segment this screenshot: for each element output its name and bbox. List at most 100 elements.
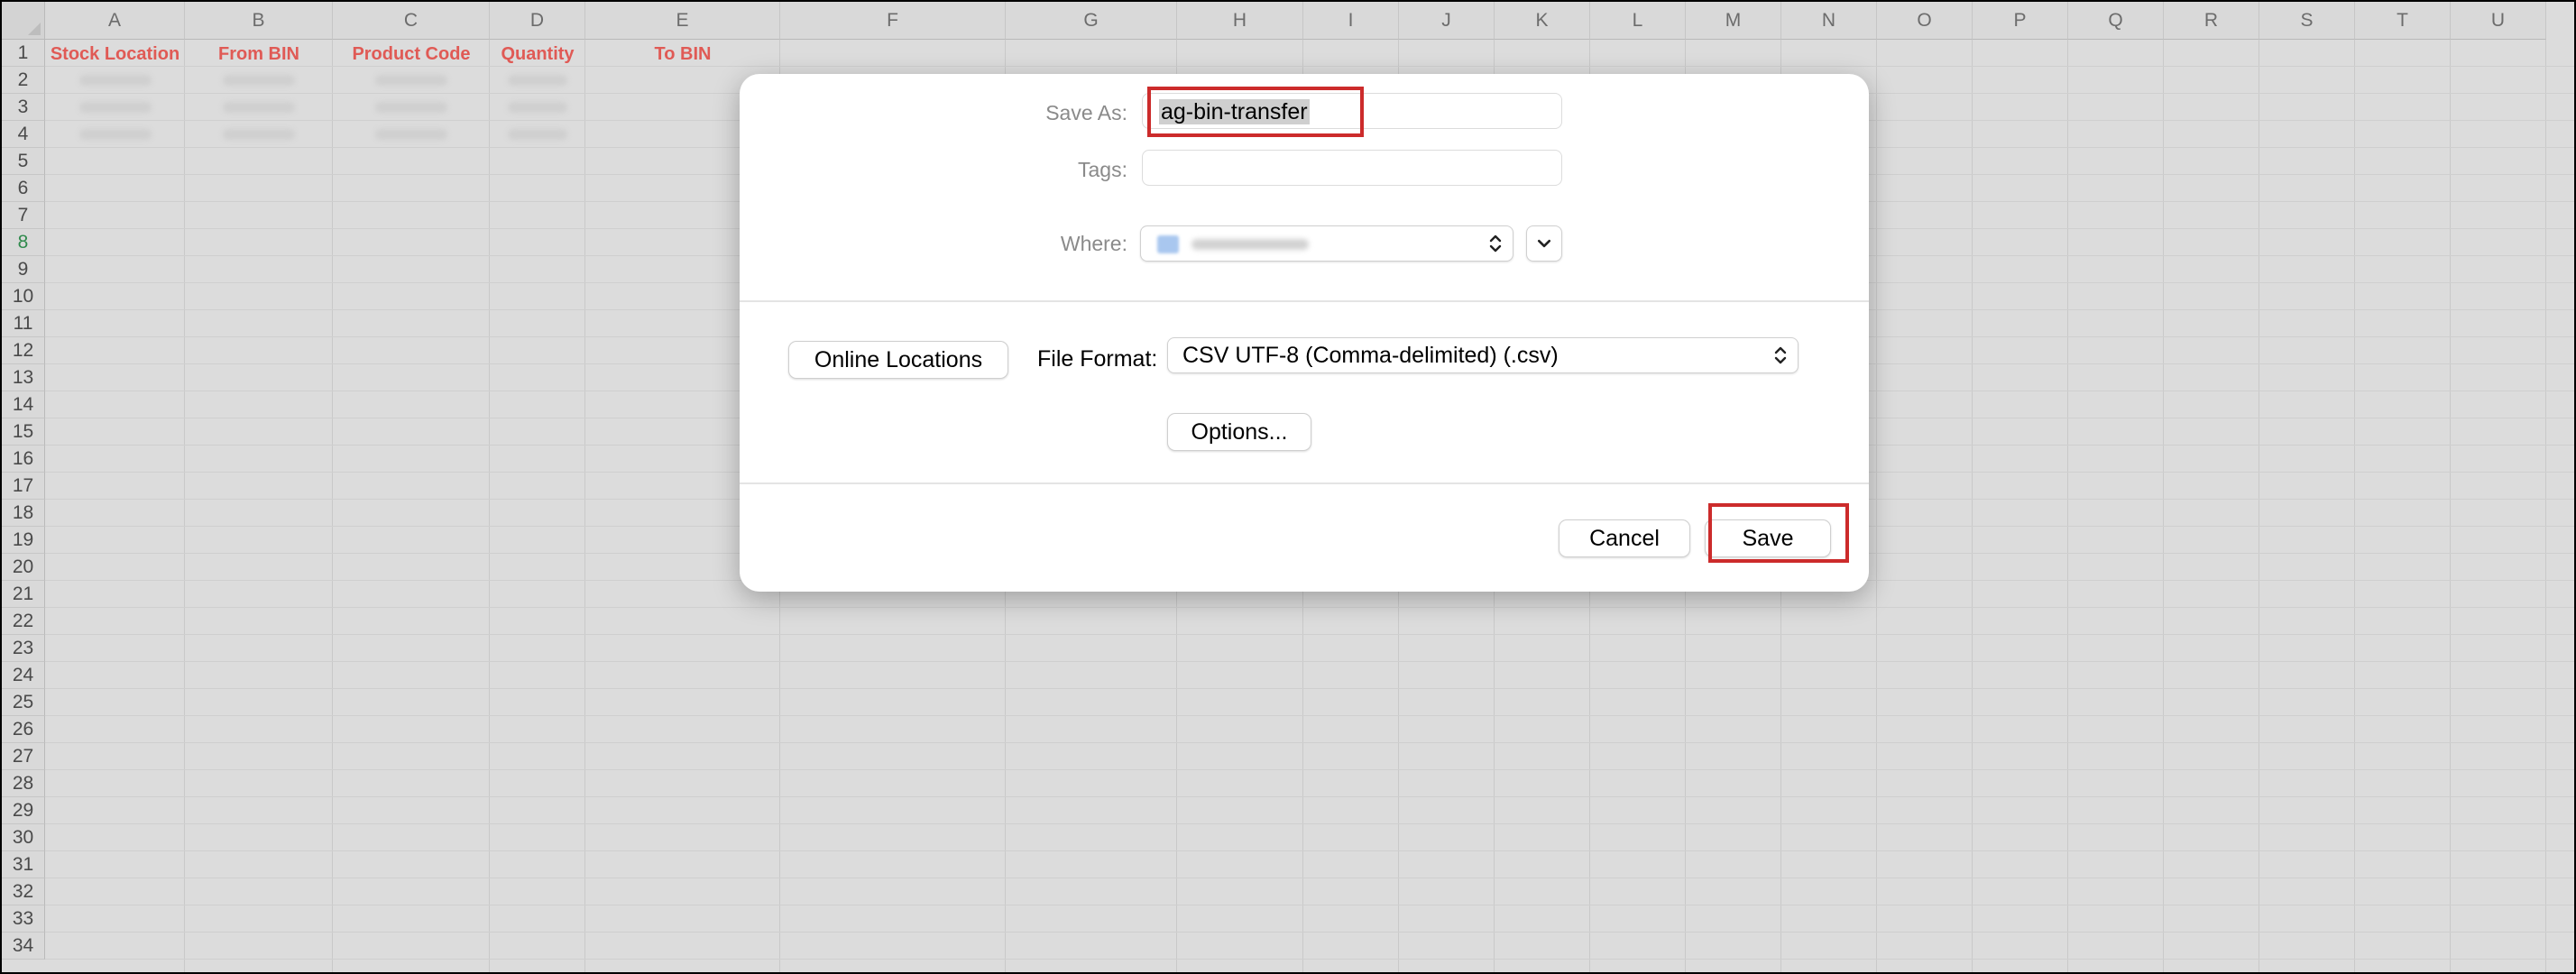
row-header-7[interactable]: 7: [2, 202, 45, 229]
tags-input[interactable]: [1142, 150, 1562, 186]
grid-line: [489, 40, 490, 972]
column-header-e[interactable]: E: [585, 2, 780, 40]
tags-label: Tags:: [1078, 158, 1127, 181]
row-header-3[interactable]: 3: [2, 94, 45, 121]
row-header-30[interactable]: 30: [2, 824, 45, 851]
grid-line: [45, 715, 2574, 716]
select-all-corner[interactable]: [2, 2, 45, 40]
row-header-12[interactable]: 12: [2, 337, 45, 364]
row-header-28[interactable]: 28: [2, 770, 45, 797]
redacted-cell: [508, 129, 567, 140]
redacted-cell: [375, 75, 447, 86]
row-header-1[interactable]: 1: [2, 40, 45, 67]
row-header-5[interactable]: 5: [2, 148, 45, 175]
header-cell[interactable]: From BIN: [185, 41, 333, 68]
column-header-j[interactable]: J: [1399, 2, 1495, 40]
header-cell[interactable]: Stock Location: [45, 41, 185, 68]
row-header-26[interactable]: 26: [2, 716, 45, 743]
row-header-19[interactable]: 19: [2, 527, 45, 554]
row-header-27[interactable]: 27: [2, 743, 45, 770]
grid-line: [45, 932, 2574, 933]
grid-line: [45, 607, 2574, 608]
row-header-2[interactable]: 2: [2, 67, 45, 94]
row-header-8[interactable]: 8: [2, 229, 45, 256]
row-header-33[interactable]: 33: [2, 905, 45, 933]
file-format-value: CSV UTF-8 (Comma-delimited) (.csv): [1182, 343, 1559, 368]
redacted-cell: [78, 102, 152, 113]
grid-line: [2354, 40, 2355, 972]
row-header-16[interactable]: 16: [2, 446, 45, 473]
file-format-popup[interactable]: CSV UTF-8 (Comma-delimited) (.csv): [1167, 337, 1799, 373]
row-header-29[interactable]: 29: [2, 797, 45, 824]
grid-line: [2450, 40, 2451, 972]
where-popup[interactable]: [1140, 225, 1513, 262]
grid-line: [45, 742, 2574, 743]
column-header-c[interactable]: C: [333, 2, 490, 40]
header-cell[interactable]: To BIN: [585, 41, 780, 68]
grid-line: [45, 634, 2574, 635]
row-header-13[interactable]: 13: [2, 364, 45, 391]
redacted-cell: [78, 129, 152, 140]
column-header-g[interactable]: G: [1006, 2, 1177, 40]
row-header-31[interactable]: 31: [2, 851, 45, 878]
column-header-t[interactable]: T: [2355, 2, 2451, 40]
chevron-down-icon: [1537, 239, 1551, 248]
redacted-cell: [508, 75, 567, 86]
header-cell[interactable]: Product Code: [333, 41, 490, 68]
header-cell[interactable]: Quantity: [490, 41, 585, 68]
column-header-u[interactable]: U: [2451, 2, 2546, 40]
row-header-18[interactable]: 18: [2, 500, 45, 527]
grid-line: [45, 661, 2574, 662]
row-header-4[interactable]: 4: [2, 121, 45, 148]
grid-line: [45, 823, 2574, 824]
online-locations-button[interactable]: Online Locations: [788, 341, 1008, 379]
grid-line: [45, 796, 2574, 797]
row-header-23[interactable]: 23: [2, 635, 45, 662]
expand-dialog-button[interactable]: [1526, 225, 1562, 262]
column-header-r[interactable]: R: [2164, 2, 2259, 40]
column-header-h[interactable]: H: [1177, 2, 1303, 40]
column-header-l[interactable]: L: [1590, 2, 1686, 40]
redacted-cell: [508, 102, 567, 113]
row-header-15[interactable]: 15: [2, 418, 45, 446]
column-header-o[interactable]: O: [1877, 2, 1973, 40]
column-header-k[interactable]: K: [1495, 2, 1590, 40]
column-header-f[interactable]: F: [780, 2, 1006, 40]
row-header-10[interactable]: 10: [2, 283, 45, 310]
row-header-25[interactable]: 25: [2, 689, 45, 716]
column-header-d[interactable]: D: [490, 2, 585, 40]
row-header-21[interactable]: 21: [2, 581, 45, 608]
grid-line: [584, 40, 585, 972]
where-value-redacted: [1191, 239, 1309, 250]
row-header-22[interactable]: 22: [2, 608, 45, 635]
column-header-s[interactable]: S: [2259, 2, 2355, 40]
row-header-34[interactable]: 34: [2, 933, 45, 960]
updown-chevron-icon: [1774, 346, 1787, 364]
column-header-a[interactable]: A: [45, 2, 185, 40]
row-header-20[interactable]: 20: [2, 554, 45, 581]
column-header-m[interactable]: M: [1686, 2, 1781, 40]
row-header-14[interactable]: 14: [2, 391, 45, 418]
grid-line: [2163, 40, 2164, 972]
options-button[interactable]: Options...: [1167, 413, 1311, 451]
column-header-i[interactable]: I: [1303, 2, 1399, 40]
redacted-cell: [375, 102, 447, 113]
row-header-9[interactable]: 9: [2, 256, 45, 283]
row-header-6[interactable]: 6: [2, 175, 45, 202]
column-header-q[interactable]: Q: [2068, 2, 2164, 40]
divider-top: [740, 300, 1869, 302]
redacted-cell: [223, 102, 295, 113]
cancel-button[interactable]: Cancel: [1559, 519, 1690, 557]
grid-line: [45, 850, 2574, 851]
row-header-11[interactable]: 11: [2, 310, 45, 337]
column-header-p[interactable]: P: [1973, 2, 2068, 40]
grid-line: [1876, 40, 1877, 972]
save-as-label: Save As:: [1045, 101, 1127, 124]
redacted-cell: [223, 75, 295, 86]
row-header-17[interactable]: 17: [2, 473, 45, 500]
row-header-32[interactable]: 32: [2, 878, 45, 905]
column-header-n[interactable]: N: [1781, 2, 1877, 40]
column-header-b[interactable]: B: [185, 2, 333, 40]
row-header-24[interactable]: 24: [2, 662, 45, 689]
grid-line: [184, 40, 185, 972]
